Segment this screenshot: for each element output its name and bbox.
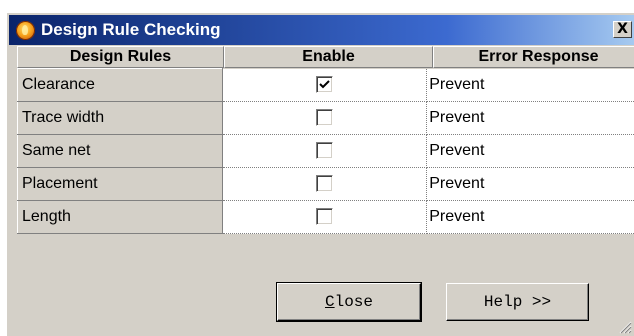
flame-icon: [16, 21, 35, 40]
window-title: Design Rule Checking: [41, 20, 221, 39]
error-response-cell[interactable]: Prevent: [426, 101, 634, 135]
error-response-cell[interactable]: Prevent: [426, 134, 634, 168]
enable-cell: [222, 167, 428, 201]
close-button[interactable]: Close: [276, 282, 422, 322]
close-icon[interactable]: X: [613, 21, 632, 38]
rule-label: Trace width: [17, 101, 223, 135]
enable-cell: [222, 200, 428, 234]
enable-cell: [222, 101, 428, 135]
rule-label: Length: [17, 200, 223, 234]
rules-table: Clearance Prevent Trace width Prevent Sa…: [17, 68, 634, 234]
rule-label: Same net: [17, 134, 223, 168]
enable-checkbox[interactable]: [315, 208, 333, 226]
rule-label: Placement: [17, 167, 223, 201]
title-bar[interactable]: Design Rule Checking X: [9, 15, 634, 45]
table-row: Trace width Prevent: [17, 101, 634, 135]
resize-grip-icon[interactable]: [618, 320, 632, 334]
design-rule-dialog: Design Rule Checking X Design Rules Enab…: [6, 12, 634, 336]
enable-cell: [222, 134, 428, 168]
error-response-cell[interactable]: Prevent: [426, 167, 634, 201]
enable-checkbox[interactable]: [315, 109, 333, 127]
column-header-enable[interactable]: Enable: [224, 46, 433, 68]
table-row: Placement Prevent: [17, 167, 634, 201]
close-mnemonic: C: [324, 293, 335, 311]
column-header-error-response[interactable]: Error Response: [433, 46, 634, 68]
error-response-cell[interactable]: Prevent: [426, 68, 634, 102]
help-button[interactable]: Help >>: [446, 283, 589, 321]
enable-cell: [222, 68, 428, 102]
error-response-cell[interactable]: Prevent: [426, 200, 634, 234]
enable-checkbox[interactable]: [315, 175, 333, 193]
close-label: lose: [334, 293, 373, 311]
enable-checkbox[interactable]: [315, 142, 333, 160]
enable-checkbox[interactable]: [315, 76, 333, 94]
column-header-design-rules[interactable]: Design Rules: [17, 46, 224, 68]
checkmark-icon: [319, 80, 330, 89]
table-row: Same net Prevent: [17, 134, 634, 168]
table-header: Design Rules Enable Error Response: [17, 46, 634, 68]
rule-label: Clearance: [17, 68, 223, 102]
table-row: Length Prevent: [17, 200, 634, 234]
table-row: Clearance Prevent: [17, 68, 634, 102]
